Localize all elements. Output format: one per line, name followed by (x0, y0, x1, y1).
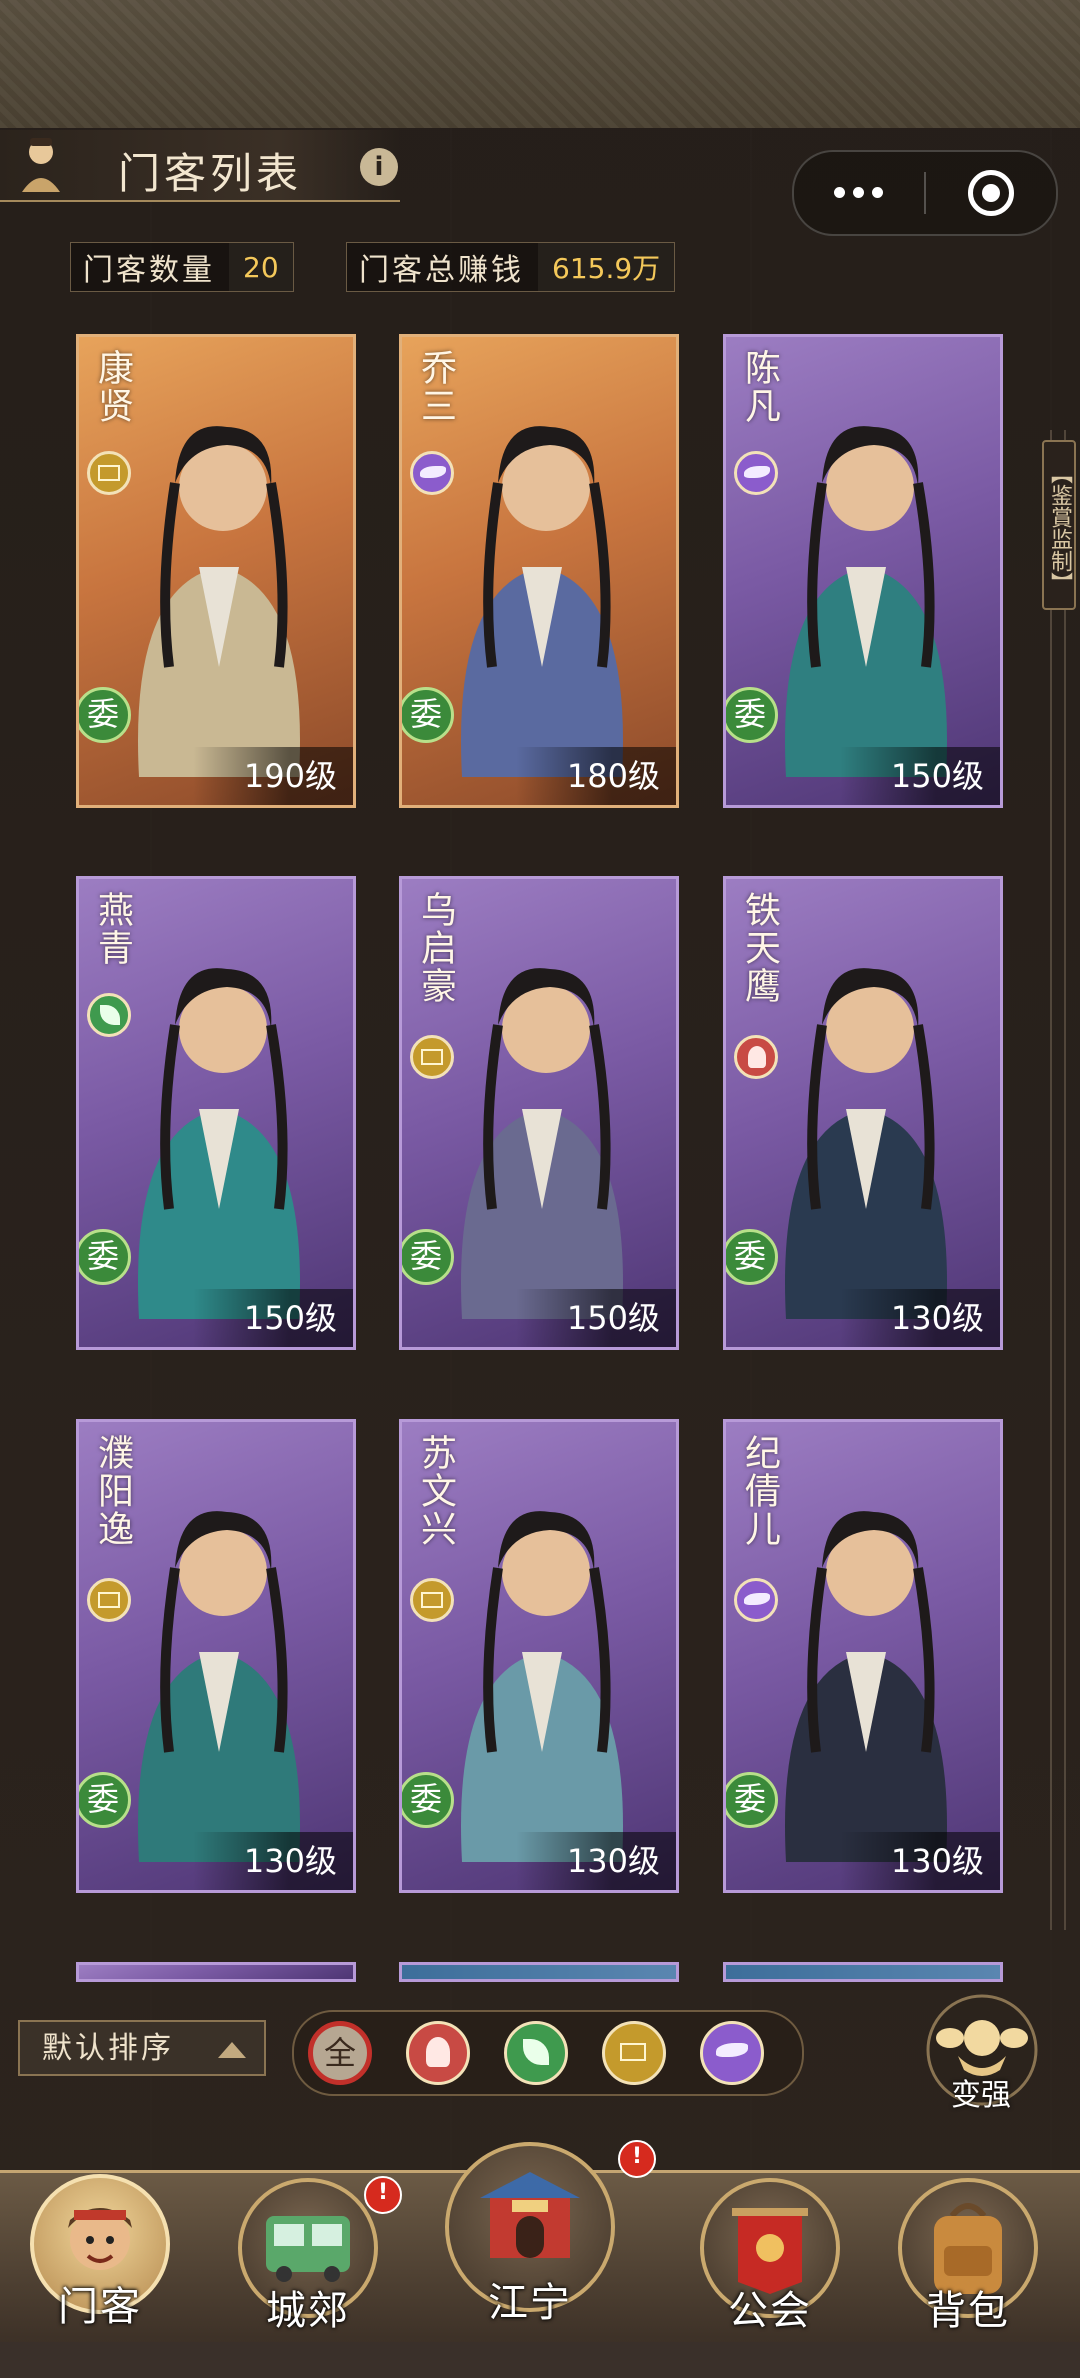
person-icon (734, 1035, 778, 1079)
power-up-label: 变强 (951, 2078, 1011, 2113)
guest-avatar-icon (22, 138, 60, 192)
triangle-up-icon (218, 2042, 246, 2058)
character-portrait (138, 1511, 300, 1862)
guest-name: 乌启豪 (415, 891, 456, 1005)
assign-badge[interactable]: 委 (726, 687, 778, 743)
close-target-icon[interactable] (968, 170, 1014, 216)
top-pattern-strip (0, 0, 1080, 131)
assign-badge[interactable]: 委 (79, 1229, 131, 1285)
total-earn-label: 门客总赚钱 (359, 253, 524, 288)
nav-backpack[interactable]: 背包 (888, 2178, 1048, 2378)
filter-horse-icon[interactable] (700, 2021, 764, 2085)
assign-badge[interactable]: 委 (726, 1772, 778, 1828)
assign-badge[interactable]: 委 (402, 1229, 454, 1285)
more-icon[interactable] (830, 178, 890, 208)
bus-shape-icon (266, 2216, 350, 2282)
filter-mahjong-icon[interactable] (602, 2021, 666, 2085)
guest-count-value: 20 (229, 243, 293, 291)
guest-card[interactable]: 濮阳逸委 130级 (76, 1419, 356, 1893)
type-filter-bar: 全 (292, 2010, 804, 2096)
assign-badge[interactable]: 委 (726, 1229, 778, 1285)
guest-count-stat: 门客数量 20 (70, 242, 294, 292)
guest-level: 130级 (840, 1832, 1000, 1890)
guest-card[interactable]: 陈凡委 150级 (723, 334, 1003, 808)
capsule-divider (924, 172, 926, 214)
character-portrait (461, 1511, 623, 1862)
guest-level: 130级 (516, 1832, 676, 1890)
guest-count-label: 门客数量 (83, 253, 215, 288)
guest-card-partial[interactable] (399, 1962, 679, 1982)
mini-program-capsule (792, 150, 1058, 236)
guest-level: 150级 (840, 747, 1000, 805)
guest-name: 濮阳逸 (92, 1434, 133, 1548)
character-portrait (461, 426, 623, 777)
filter-person-icon[interactable] (406, 2021, 470, 2085)
horse-icon (734, 451, 778, 495)
guest-level: 180级 (516, 747, 676, 805)
assign-badge[interactable]: 委 (402, 1772, 454, 1828)
info-icon[interactable]: i (360, 148, 398, 186)
sort-label: 默认排序 (42, 2031, 174, 2066)
character-portrait (138, 426, 300, 777)
nav-jiangning[interactable]: 江宁 ! (445, 2140, 656, 2342)
guest-card[interactable]: 康贤委 190级 (76, 334, 356, 808)
sort-dropdown[interactable]: 默认排序 (18, 2020, 266, 2076)
guest-level: 150级 (516, 1289, 676, 1347)
guest-name: 乔三 (415, 349, 456, 425)
mahjong-icon (87, 1578, 131, 1622)
guest-name: 燕青 (92, 891, 133, 967)
nav-guild[interactable]: 公会 (690, 2178, 850, 2378)
nav-guild-label: 公会 (728, 2288, 812, 2334)
guest-name: 苏文兴 (415, 1434, 456, 1548)
mahjong-icon (410, 1578, 454, 1622)
horse-icon (410, 451, 454, 495)
side-tab[interactable]: 【鉴賞监制】 (1042, 440, 1076, 610)
nav-guests-label: 门客 (58, 2284, 142, 2330)
guest-level: 130级 (193, 1832, 353, 1890)
assign-badge[interactable]: 委 (79, 1772, 131, 1828)
horse-icon (734, 1578, 778, 1622)
filter-all[interactable]: 全 (308, 2021, 372, 2085)
guest-card-partial[interactable] (76, 1962, 356, 1982)
alert-badge: ! (364, 2176, 402, 2214)
gate-shape-icon (480, 2172, 580, 2258)
character-portrait (785, 968, 947, 1319)
total-earn-stat: 门客总赚钱 615.9万 (346, 242, 676, 292)
mahjong-icon (410, 1035, 454, 1079)
assign-badge[interactable]: 委 (79, 687, 131, 743)
character-portrait (785, 426, 947, 777)
total-earn-value: 615.9万 (538, 243, 675, 291)
character-portrait (138, 968, 300, 1319)
guest-card[interactable]: 乔三委 180级 (399, 334, 679, 808)
guest-name: 康贤 (92, 349, 133, 425)
guest-card[interactable]: 燕青委 150级 (76, 876, 356, 1350)
assign-badge[interactable]: 委 (402, 687, 454, 743)
guest-card[interactable]: 铁天鹰委 130级 (723, 876, 1003, 1350)
panel-edge (1050, 430, 1066, 1930)
guest-level: 190级 (193, 747, 353, 805)
nav-suburbs-label: 城郊 (266, 2288, 350, 2334)
nav-suburbs[interactable]: 城郊 ! (228, 2176, 402, 2378)
filter-leaf-icon[interactable] (504, 2021, 568, 2085)
leaf-icon (87, 993, 131, 1037)
nav-backpack-label: 背包 (926, 2288, 1010, 2334)
guest-name: 纪倩儿 (739, 1434, 780, 1548)
guest-name: 铁天鹰 (739, 891, 780, 1005)
character-portrait (785, 1511, 947, 1862)
nav-jiangning-label: 江宁 (488, 2280, 572, 2326)
guest-card[interactable]: 纪倩儿委 130级 (723, 1419, 1003, 1893)
character-portrait (461, 968, 623, 1319)
guest-level: 130级 (840, 1289, 1000, 1347)
guest-card[interactable]: 苏文兴委 130级 (399, 1419, 679, 1893)
page-title: 门客列表 (118, 149, 303, 198)
guest-card-partial[interactable] (723, 1962, 1003, 1982)
guest-card[interactable]: 乌启豪委 150级 (399, 876, 679, 1350)
guest-level: 150级 (193, 1289, 353, 1347)
mahjong-icon (87, 451, 131, 495)
nav-guests[interactable]: 门客 (20, 2174, 180, 2374)
guest-name: 陈凡 (739, 349, 780, 425)
alert-badge: ! (618, 2140, 656, 2178)
